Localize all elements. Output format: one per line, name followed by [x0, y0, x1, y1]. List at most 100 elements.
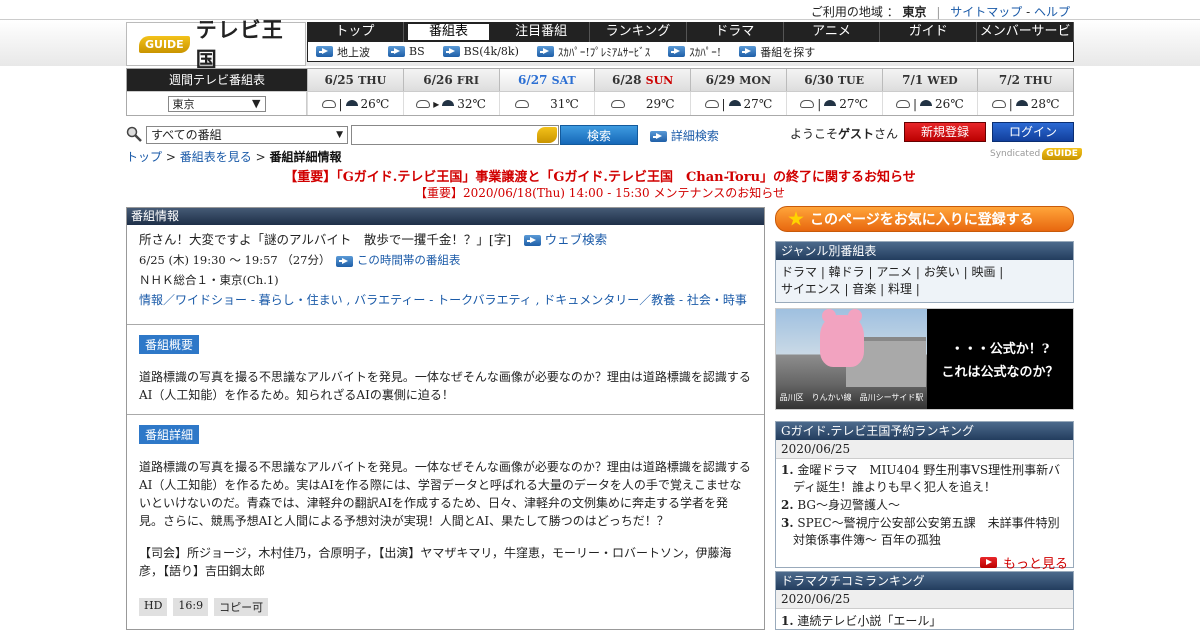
cloud-icon — [321, 99, 336, 108]
day-tab[interactable]: 7/1 WED — [881, 69, 978, 91]
day-tab[interactable]: 6/26 FRI — [402, 69, 499, 91]
day-tab[interactable]: 6/27 SAT — [498, 69, 595, 91]
cloud-icon — [610, 99, 625, 108]
search-bar: すべての番組 検索 詳細検索 ようこそゲストさん 新規登録 ログイン — [126, 122, 1074, 146]
chip-hd: HD — [139, 598, 168, 616]
login-button[interactable]: ログイン — [992, 122, 1074, 142]
detail-text: 道路標識の写真を撮る不思議なアルバイトを発見。一体なぜそんな画像が必要なのか？理… — [139, 460, 751, 528]
weekly-days: 週間テレビ番組表 6/25 THU 6/26 FRI 6/27 SAT 6/28… — [126, 68, 1074, 116]
ranking-header: Gガイド.テレビ王国予約ランキング — [776, 422, 1073, 440]
day-tab[interactable]: 6/28 SUN — [594, 69, 690, 91]
breadcrumb: トップ > 番組表を見る > 番組詳細情報 — [126, 150, 342, 164]
timeslot-link[interactable]: この時間帯の番組表 — [336, 253, 460, 267]
genre-links-line2[interactable]: サイエンス | 音楽 | 料理 | — [781, 281, 1068, 298]
umbrella-icon — [920, 99, 933, 108]
search-button[interactable]: 検索 — [560, 125, 638, 145]
day-tab[interactable]: 6/25 THU — [307, 69, 403, 91]
subnav-terrestrial[interactable]: 地上波 — [316, 44, 370, 60]
nav-drama[interactable]: ドラマ — [687, 22, 784, 42]
weather-cell: | 27℃ — [785, 92, 882, 115]
nav-ranking[interactable]: ランキング — [590, 22, 687, 42]
arrow-icon — [388, 46, 405, 57]
ranking-date: 2020/06/25 — [776, 440, 1073, 459]
arrow-icon — [739, 46, 757, 57]
umbrella-icon — [824, 99, 837, 108]
summary-tag: 番組概要 — [139, 335, 200, 354]
weather-cell: | 26℃ — [307, 92, 403, 115]
breadcrumb-schedule[interactable]: 番組表を見る — [180, 150, 252, 164]
arrow-icon — [316, 46, 333, 57]
subnav-bs[interactable]: BS — [388, 45, 425, 58]
site-logo[interactable]: GUIDE テレビ王国 — [126, 18, 306, 72]
add-favorite-button[interactable]: このページをお気に入りに登録する — [775, 206, 1074, 232]
region-value: 東京 — [902, 5, 927, 19]
ranking-item[interactable]: 1. 金曜ドラマ MIU404 野生刑事VS理性刑事新バディ誕生！誰よりも早く犯… — [781, 462, 1068, 496]
category-select[interactable]: すべての番組 — [146, 126, 348, 144]
cloud-icon — [800, 99, 815, 108]
weekly-label: 週間テレビ番組表 — [127, 69, 307, 91]
banner-image: 品川区 りんかい線 品川シーサイド駅 — [776, 309, 927, 409]
nav-anime[interactable]: アニメ — [784, 22, 881, 42]
drama-date: 2020/06/25 — [776, 590, 1073, 609]
subnav-skyperfect[interactable]: ｽｶﾊﾟｰ! — [668, 44, 721, 60]
subnav-find-program[interactable]: 番組を探す — [739, 44, 815, 60]
banner-line1: ・・・公式か！? — [950, 342, 1050, 357]
program-panel: 番組情報 所さん！大変ですよ「謎のアルバイト 散歩で一攫千金！？」[字] ウェブ… — [126, 207, 765, 630]
arrow-icon — [442, 46, 460, 57]
nav-schedule[interactable]: 番組表 — [407, 24, 490, 40]
program-title: 所さん！大変ですよ「謎のアルバイト 散歩で一攫千金！？」[字] — [139, 232, 512, 247]
nav-top[interactable]: トップ — [307, 22, 404, 42]
search-input[interactable] — [351, 125, 559, 145]
web-search-link[interactable]: ウェブ検索 — [523, 232, 607, 247]
g-guide-icon — [537, 127, 557, 143]
summary-text: 道路標識の写真を撮る不思議なアルバイトを発見。一体なぜそんな画像が必要なのか？理… — [139, 370, 751, 402]
cast-text: 【司会】所ジョージ，木村佳乃，合原明子，【出演】ヤマザキマリ，牛窪恵，モーリー・… — [139, 546, 732, 578]
program-channel: ＮＨＫ総合１・東京(Ch.1) — [139, 273, 279, 287]
region-select[interactable]: 東京 ▼ — [167, 95, 266, 112]
genre-links[interactable]: 情報／ワイドショー - 暮らし・住まい , バラエティー - トークバラエティ … — [139, 293, 747, 307]
breadcrumb-top[interactable]: トップ — [126, 150, 162, 164]
program-info: 所さん！大変ですよ「謎のアルバイト 散歩で一攫千金！？」[字] ウェブ検索 6/… — [127, 225, 764, 325]
banner-line2: これは公式なのか？ — [941, 365, 1059, 380]
drama-item[interactable]: 1. 連続テレビ小説「エール」 — [776, 609, 1073, 632]
sub-nav: 地上波 BS BS(4k/8k) ｽｶﾊﾟｰ!ﾌﾟﾚﾐｱﾑｻｰﾋﾞｽ ｽｶﾊﾟｰ… — [307, 42, 1074, 62]
notice-important-2[interactable]: 【重要】2020/06/18(Thu) 14:00 - 15:30 メンテナンス… — [0, 184, 1200, 201]
detail-tag: 番組詳細 — [139, 425, 200, 444]
register-button[interactable]: 新規登録 — [904, 122, 986, 142]
arrow-icon — [536, 46, 554, 57]
arrow-icon — [979, 557, 997, 568]
weather-cell: | 26℃ — [881, 92, 978, 115]
subnav-bs4k[interactable]: BS(4k/8k) — [442, 45, 519, 58]
breadcrumb-current: 番組詳細情報 — [269, 150, 342, 164]
drama-header: ドラマクチコミランキング — [776, 572, 1073, 590]
program-time: 6/25 (木) 19:30 ～ 19:57 （27分） — [139, 253, 325, 267]
syndicated-logo: Syndicated GUIDE — [990, 148, 1082, 160]
notice-important-1[interactable]: 【重要】「Gガイド.テレビ王国」事業譲渡と「Gガイド.テレビ王国 Chan-To… — [0, 166, 1200, 185]
nav-guide[interactable]: ガイド — [880, 22, 978, 42]
help-link[interactable]: ヘルプ — [1034, 5, 1070, 19]
advanced-search-link[interactable]: 詳細検索 — [650, 127, 719, 144]
genre-links-line1[interactable]: ドラマ | 韓ドラ | アニメ | お笑い | 映画 | — [781, 264, 1068, 281]
chip-aspect: 16:9 — [173, 598, 209, 616]
day-tab[interactable]: 6/29 MON — [690, 69, 786, 91]
nav-featured[interactable]: 注目番組 — [493, 22, 591, 42]
reservation-ranking: Gガイド.テレビ王国予約ランキング 2020/06/25 1. 金曜ドラマ MI… — [775, 421, 1074, 572]
weather-cell: 31℃ — [498, 92, 595, 115]
ranking-item[interactable]: 2. BG～身辺警護人～ — [781, 497, 1068, 514]
g-guide-badge: GUIDE — [139, 35, 190, 53]
nav-member[interactable]: メンバーサービス — [977, 22, 1074, 59]
more-link[interactable]: もっと見る — [776, 553, 1073, 572]
star-icon — [788, 211, 804, 226]
arrow-icon — [523, 235, 541, 246]
promo-banner[interactable]: 品川区 りんかい線 品川シーサイド駅 ・・・公式か！? これは公式なのか？ — [775, 308, 1074, 410]
genre-box: ジャンル別番組表 ドラマ | 韓ドラ | アニメ | お笑い | 映画 | サイ… — [775, 241, 1074, 303]
ranking-item[interactable]: 3. SPEC～警視庁公安部公安第五課 未詳事件特別対策係事件簿～ 百年の孤独 — [781, 515, 1068, 549]
day-tab[interactable]: 6/30 TUE — [785, 69, 882, 91]
pink-bear-image — [820, 309, 864, 367]
umbrella-icon — [728, 99, 741, 108]
sitemap-link[interactable]: サイトマップ — [950, 5, 1022, 19]
arrow-icon — [650, 131, 667, 142]
cloud-icon — [704, 99, 719, 108]
subnav-skyperfect-premium[interactable]: ｽｶﾊﾟｰ!ﾌﾟﾚﾐｱﾑｻｰﾋﾞｽ — [536, 44, 650, 60]
day-tab[interactable]: 7/2 THU — [977, 69, 1073, 91]
